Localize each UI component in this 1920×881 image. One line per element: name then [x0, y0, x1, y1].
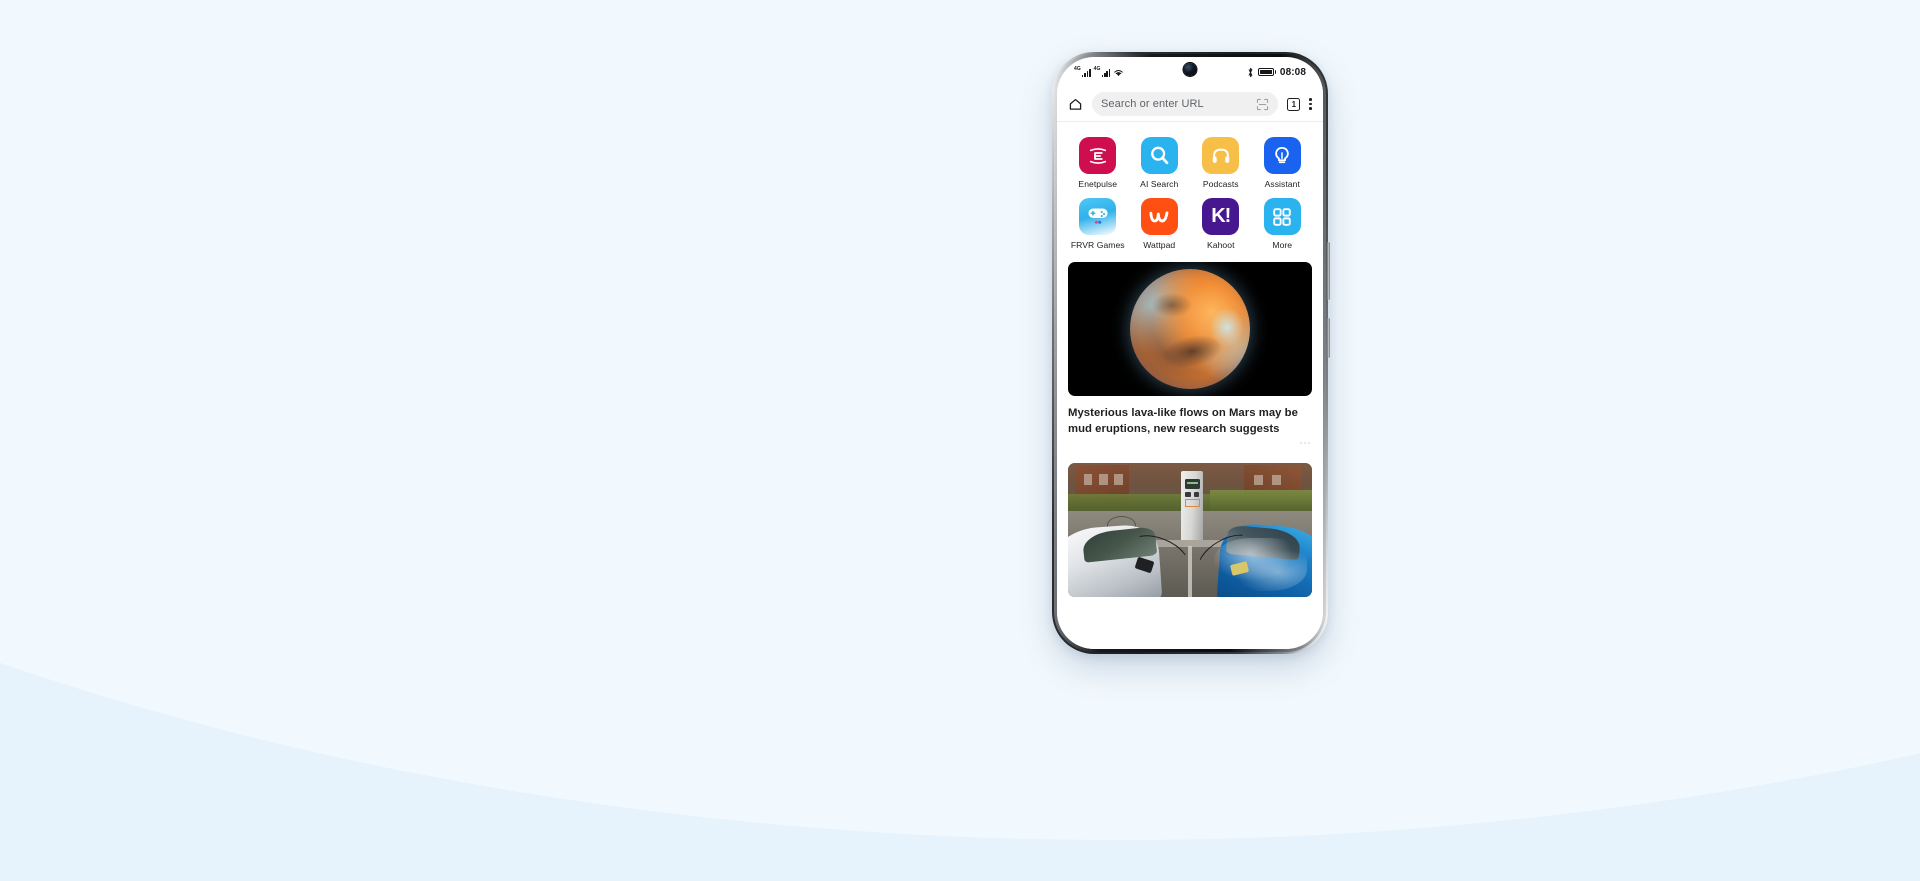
front-camera-punch-hole — [1183, 63, 1197, 76]
background-arc-upper — [0, 0, 1920, 840]
search-input[interactable]: Search or enter URL — [1092, 92, 1279, 116]
more-apps-icon — [1263, 198, 1301, 235]
mars-planet-sphere — [1130, 269, 1250, 389]
volume-rocker-button[interactable] — [1327, 242, 1330, 300]
news-headline: Mysterious lava-like flows on Mars may b… — [1068, 407, 1298, 436]
browser-page-content: Enetpulse AI Search Podcasts Assistant F… — [1057, 122, 1323, 649]
network-type-label-1: 4G — [1074, 66, 1081, 72]
shortcut-podcasts[interactable]: Podcasts — [1190, 137, 1252, 189]
podcasts-icon — [1202, 137, 1240, 174]
tab-switcher-button[interactable]: 1 — [1287, 97, 1301, 111]
ev-charger-socket-left — [1185, 491, 1191, 497]
wifi-icon — [1113, 68, 1124, 77]
electric-vehicle-charging-station-photo — [1068, 462, 1312, 597]
status-bar-right: 08:08 — [1247, 67, 1306, 78]
news-card-mars[interactable]: Mysterious lava-like flows on Mars may b… — [1068, 262, 1312, 452]
enetpulse-icon — [1079, 137, 1117, 174]
frvr-games-icon — [1079, 198, 1117, 235]
shortcut-more[interactable]: More — [1252, 198, 1314, 250]
mars-polar-haze — [1209, 307, 1246, 349]
shortcut-ai-search[interactable]: AI Search — [1129, 137, 1191, 189]
browser-toolbar: Search or enter URL 1 — [1057, 87, 1323, 122]
shortcut-wattpad[interactable]: Wattpad — [1129, 198, 1191, 250]
mars-dark-region-north — [1151, 293, 1193, 317]
shortcut-assistant[interactable]: Assistant — [1252, 137, 1314, 189]
shortcut-label: AI Search — [1140, 179, 1179, 189]
shortcut-label: Podcasts — [1202, 179, 1239, 189]
more-vertical-icon[interactable] — [1309, 97, 1312, 111]
ev-charging-pillar — [1181, 470, 1204, 541]
ev-charging-scene — [1068, 462, 1312, 597]
battery-icon — [1257, 68, 1276, 76]
wattpad-icon — [1140, 198, 1178, 235]
shortcut-label: Assistant — [1264, 179, 1300, 189]
cellular-signal-2-icon: 4G — [1094, 67, 1111, 77]
phone-device: 4G 4G 08:08 Search or enter URL 1 Enetpu… — [1052, 52, 1330, 654]
tab-count-label: 1 — [1291, 99, 1297, 109]
shortcut-label: Enetpulse — [1078, 179, 1118, 189]
search-placeholder-text: Search or enter URL — [1101, 98, 1204, 110]
home-icon[interactable] — [1068, 97, 1083, 112]
shortcut-frvr-games[interactable]: FRVR Games — [1067, 198, 1129, 250]
status-bar-left: 4G 4G — [1074, 67, 1124, 77]
shortcut-enetpulse[interactable]: Enetpulse — [1067, 137, 1129, 189]
ev-parking-line — [1188, 545, 1193, 597]
news-feed: Mysterious lava-like flows on Mars may b… — [1057, 262, 1323, 597]
mars-planet-photo — [1068, 262, 1312, 396]
power-button[interactable] — [1327, 318, 1330, 358]
ev-charger-display — [1184, 479, 1201, 489]
shortcut-label: More — [1272, 240, 1293, 250]
kahoot-glyph: K! — [1211, 205, 1231, 227]
shortcut-label: Kahoot — [1206, 240, 1235, 250]
news-meta-row — [1068, 438, 1312, 452]
kahoot-icon: K! — [1202, 198, 1240, 235]
assistant-icon — [1263, 137, 1301, 174]
shortcut-grid: Enetpulse AI Search Podcasts Assistant F… — [1057, 122, 1323, 262]
status-bar-clock: 08:08 — [1279, 66, 1306, 78]
status-bar: 4G 4G 08:08 — [1057, 57, 1323, 87]
phone-screen: 4G 4G 08:08 Search or enter URL 1 Enetpu… — [1057, 57, 1323, 649]
bluetooth-icon — [1247, 67, 1254, 78]
shortcut-label: Wattpad — [1143, 240, 1176, 250]
network-type-label-2: 4G — [1093, 66, 1101, 72]
ai-search-icon — [1140, 137, 1178, 174]
cellular-signal-1-icon: 4G — [1074, 67, 1091, 77]
page-background — [0, 0, 1920, 881]
ev-charger-panel — [1184, 498, 1200, 507]
shortcut-kahoot[interactable]: K! Kahoot — [1190, 198, 1252, 250]
article-options-icon[interactable] — [1300, 441, 1310, 444]
scan-code-icon[interactable] — [1256, 98, 1269, 111]
shortcut-label: FRVR Games — [1070, 240, 1125, 250]
news-card-ev-charging[interactable] — [1068, 462, 1312, 597]
ev-charger-socket-right — [1193, 491, 1200, 497]
mars-space-background — [1068, 262, 1312, 396]
